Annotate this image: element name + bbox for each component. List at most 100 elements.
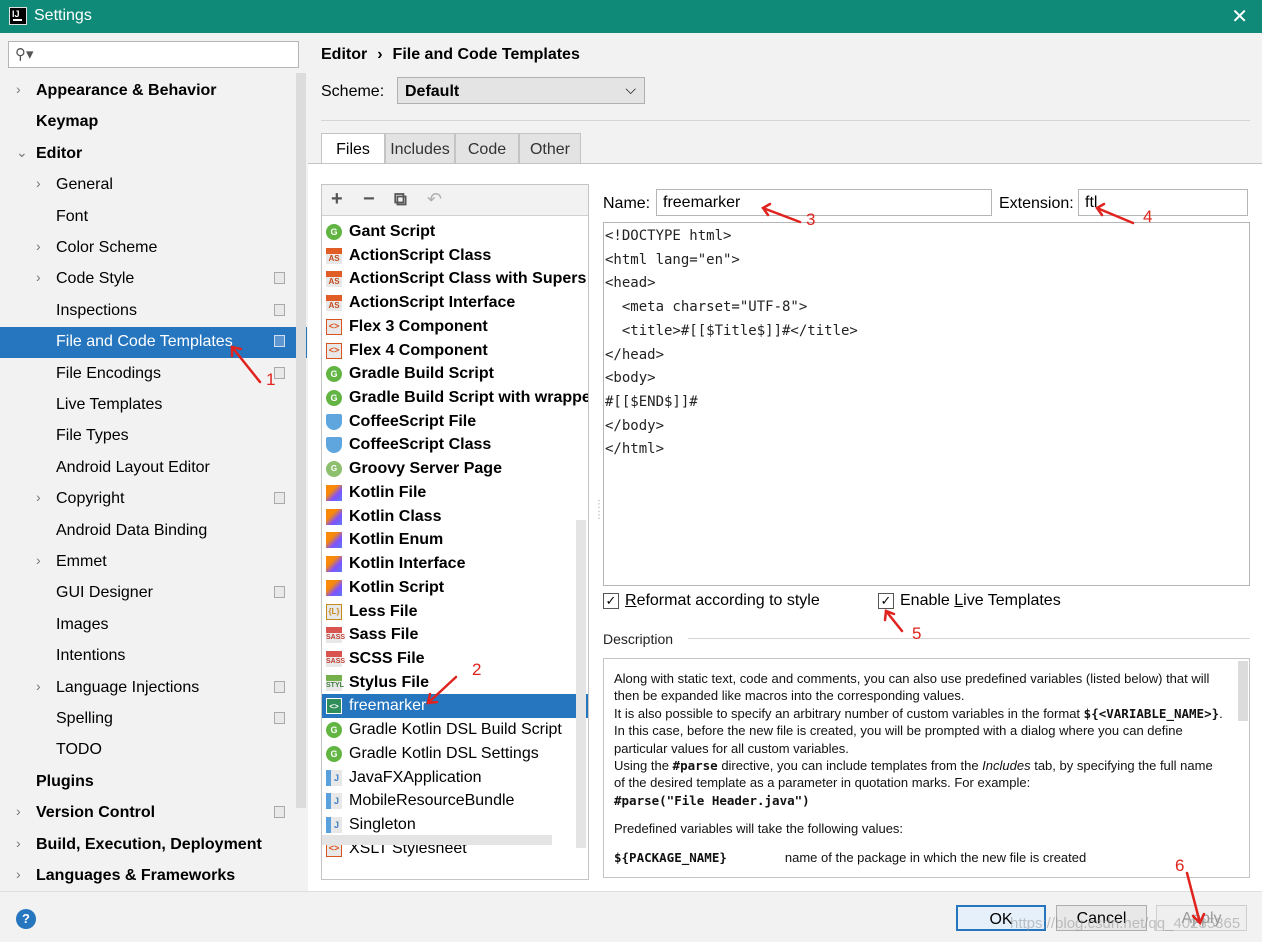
remove-icon[interactable]: − bbox=[363, 188, 375, 211]
template-list-item[interactable]: <> Flex 3 Component bbox=[322, 315, 588, 339]
chevron-right-icon[interactable]: › bbox=[16, 81, 21, 97]
chevron-right-icon[interactable]: › bbox=[16, 835, 21, 851]
tab-files[interactable]: Files bbox=[321, 133, 385, 164]
template-type-icon: G bbox=[326, 224, 342, 240]
description-scrollbar[interactable] bbox=[1238, 661, 1248, 721]
annotation-number: 6 bbox=[1175, 856, 1185, 875]
template-list-item[interactable]: G Gradle Kotlin DSL Settings bbox=[322, 742, 588, 766]
sidebar-item[interactable]: › Copyright bbox=[0, 484, 307, 515]
chevron-right-icon[interactable]: › bbox=[36, 269, 41, 285]
template-list-item[interactable]: G Gradle Build Script bbox=[322, 362, 588, 386]
template-list-item[interactable]: J MobileResourceBundle bbox=[322, 789, 588, 813]
chevron-right-icon[interactable]: › bbox=[16, 803, 21, 819]
sidebar-item[interactable]: › Appearance & Behavior bbox=[0, 76, 307, 107]
sidebar-item[interactable]: › Color Scheme bbox=[0, 233, 307, 264]
template-list-item[interactable]: Kotlin Class bbox=[322, 505, 588, 529]
search-input[interactable]: ⚲▾ bbox=[8, 41, 299, 68]
code-line: <body> bbox=[605, 370, 656, 386]
template-type-icon bbox=[326, 580, 342, 596]
template-list-item[interactable]: G Gradle Build Script with wrapper bbox=[322, 386, 588, 410]
template-type-icon bbox=[326, 556, 342, 572]
sidebar-item[interactable]: Images bbox=[0, 610, 307, 641]
template-list-item[interactable]: Kotlin Script bbox=[322, 576, 588, 600]
sidebar-item[interactable]: Plugins bbox=[0, 767, 307, 798]
template-list-item[interactable]: STYL Stylus File bbox=[322, 671, 588, 695]
sidebar-item[interactable]: File and Code Templates bbox=[0, 327, 307, 358]
chevron-right-icon[interactable]: › bbox=[36, 175, 41, 191]
extension-field[interactable]: ftl bbox=[1078, 189, 1248, 216]
sidebar-item[interactable]: GUI Designer bbox=[0, 578, 307, 609]
check-icon: ✓ bbox=[878, 593, 894, 609]
close-icon[interactable]: ✕ bbox=[1231, 4, 1248, 29]
template-list-item[interactable]: SASS Sass File bbox=[322, 623, 588, 647]
tab-other[interactable]: Other bbox=[519, 133, 581, 164]
reset-icon[interactable]: ↶ bbox=[427, 189, 442, 210]
project-scope-icon bbox=[274, 492, 285, 504]
sidebar-item[interactable]: File Encodings bbox=[0, 359, 307, 390]
sidebar-item[interactable]: Android Data Binding bbox=[0, 516, 307, 547]
sidebar-item[interactable]: Intentions bbox=[0, 641, 307, 672]
breadcrumb-separator: › bbox=[377, 46, 383, 63]
settings-sidebar: ⚲▾ › Appearance & Behavior Keymap ⌄ Editor › G… bbox=[0, 33, 308, 891]
help-icon[interactable]: ? bbox=[16, 909, 36, 929]
chevron-right-icon[interactable]: › bbox=[36, 238, 41, 254]
sidebar-item[interactable]: › General bbox=[0, 170, 307, 201]
sidebar-item[interactable]: › Build, Execution, Deployment bbox=[0, 830, 307, 861]
template-list-item[interactable]: CoffeeScript Class bbox=[322, 433, 588, 457]
chevron-right-icon[interactable]: › bbox=[36, 678, 41, 694]
template-list-item[interactable]: G Groovy Server Page bbox=[322, 457, 588, 481]
template-list-item[interactable]: J Singleton bbox=[322, 813, 588, 837]
sidebar-item[interactable]: › Code Style bbox=[0, 264, 307, 295]
code-line: </body> bbox=[605, 418, 665, 434]
sidebar-item-label: Font bbox=[56, 208, 89, 225]
template-code-editor[interactable]: <!DOCTYPE html> <html lang="en"> <head> <m… bbox=[603, 222, 1250, 586]
template-list-item[interactable]: Kotlin Interface bbox=[322, 552, 588, 576]
template-type-icon: G bbox=[326, 366, 342, 382]
chevron-right-icon[interactable]: › bbox=[36, 489, 41, 505]
sidebar-item[interactable]: › Languages & Frameworks bbox=[0, 861, 307, 892]
sidebar-scrollbar[interactable] bbox=[296, 73, 306, 808]
template-list-item[interactable]: {L} Less File bbox=[322, 600, 588, 624]
annotation-number: 1 bbox=[266, 370, 276, 389]
sidebar-item[interactable]: TODO bbox=[0, 735, 307, 766]
sidebar-item[interactable]: Spelling bbox=[0, 704, 307, 735]
sidebar-item[interactable]: › Language Injections bbox=[0, 673, 307, 704]
template-list-item[interactable]: CoffeeScript File bbox=[322, 410, 588, 434]
template-list-item[interactable]: G Gant Script bbox=[322, 220, 588, 244]
add-icon[interactable]: + bbox=[331, 188, 343, 211]
sidebar-item[interactable]: Keymap bbox=[0, 107, 307, 138]
template-list-item[interactable]: Kotlin Enum bbox=[322, 528, 588, 552]
description-panel: Along with static text, code and comment… bbox=[603, 658, 1250, 878]
sidebar-item[interactable]: Live Templates bbox=[0, 390, 307, 421]
template-list-item[interactable]: SASS SCSS File bbox=[322, 647, 588, 671]
sidebar-item[interactable]: › Emmet bbox=[0, 547, 307, 578]
scheme-select[interactable]: Default ⌵ bbox=[397, 77, 645, 104]
tab-code[interactable]: Code bbox=[455, 133, 519, 164]
sidebar-item-label: Spelling bbox=[56, 710, 113, 727]
name-field[interactable]: freemarker bbox=[656, 189, 992, 216]
sidebar-item[interactable]: Inspections bbox=[0, 296, 307, 327]
code-line: <html lang="en"> bbox=[605, 252, 740, 268]
template-list-item[interactable]: AS ActionScript Class bbox=[322, 244, 588, 268]
chevron-right-icon[interactable]: › bbox=[36, 552, 41, 568]
chevron-right-icon[interactable]: › bbox=[16, 866, 21, 882]
sidebar-item[interactable]: Font bbox=[0, 202, 307, 233]
list-scrollbar-vertical[interactable] bbox=[576, 520, 586, 848]
list-scrollbar-horizontal[interactable] bbox=[322, 835, 552, 845]
template-list-item[interactable]: Kotlin File bbox=[322, 481, 588, 505]
template-list-item[interactable]: G Gradle Kotlin DSL Build Script bbox=[322, 718, 588, 742]
chevron-down-icon[interactable]: ⌄ bbox=[16, 144, 28, 161]
sidebar-item[interactable]: Android Layout Editor bbox=[0, 453, 307, 484]
template-list-item[interactable]: <> freemarker bbox=[322, 694, 588, 718]
sidebar-item[interactable]: File Types bbox=[0, 421, 307, 452]
sidebar-item[interactable]: › Version Control bbox=[0, 798, 307, 829]
template-list-item[interactable]: J JavaFXApplication bbox=[322, 766, 588, 790]
sidebar-item[interactable]: ⌄ Editor bbox=[0, 139, 307, 170]
sidebar-item-label: Android Layout Editor bbox=[56, 459, 210, 476]
project-scope-icon bbox=[274, 367, 285, 379]
template-list-item[interactable]: AS ActionScript Interface bbox=[322, 291, 588, 315]
copy-icon[interactable]: ⧉ bbox=[394, 189, 407, 210]
template-list-item[interactable]: AS ActionScript Class with Supers bbox=[322, 267, 588, 291]
tab-includes[interactable]: Includes bbox=[385, 133, 455, 164]
template-list-item[interactable]: <> Flex 4 Component bbox=[322, 339, 588, 363]
